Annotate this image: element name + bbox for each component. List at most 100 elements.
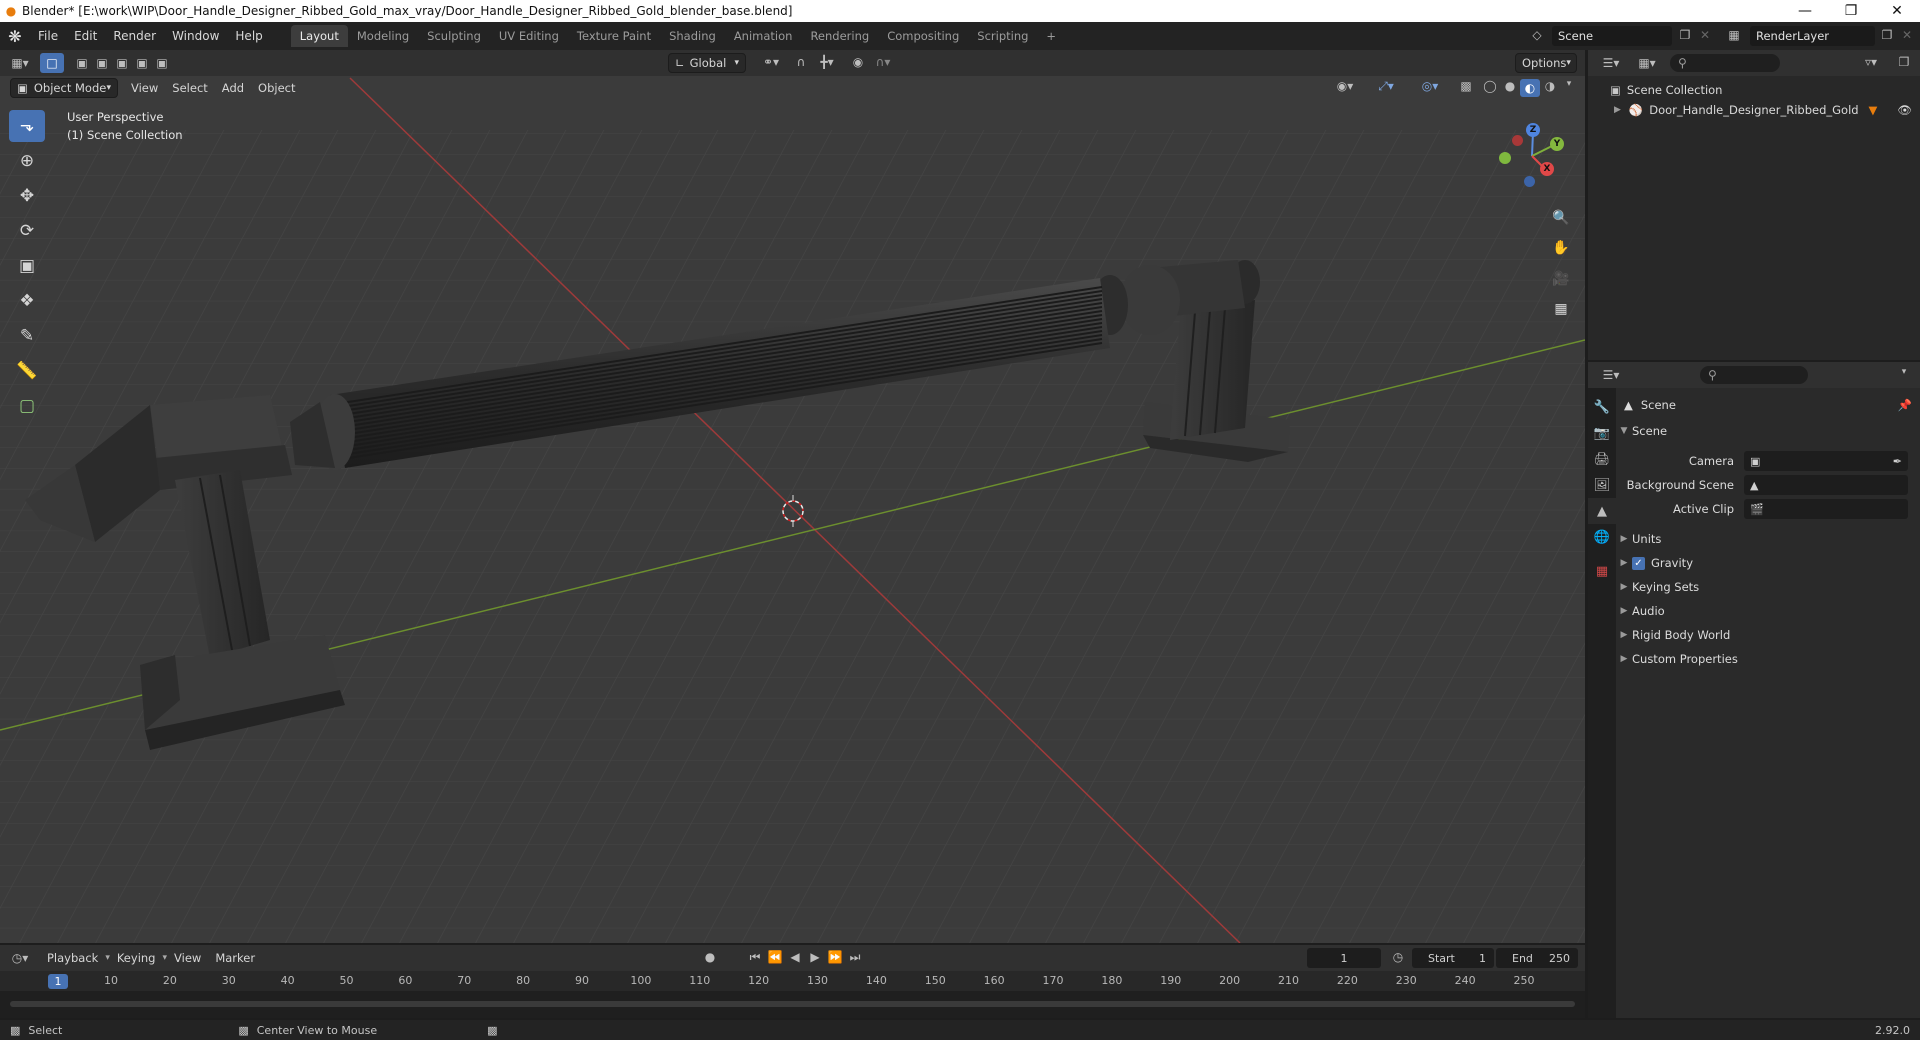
- menu-help[interactable]: Help: [227, 25, 270, 47]
- select-mode-new-icon[interactable]: ▣: [72, 56, 92, 70]
- current-frame-field[interactable]: 1: [1307, 948, 1381, 968]
- select-box-tool-icon[interactable]: ⬎: [9, 110, 45, 142]
- tab-animation[interactable]: Animation: [725, 25, 802, 47]
- outliner-search-input[interactable]: ⚲: [1670, 54, 1780, 72]
- next-keyframe-icon[interactable]: ⏩: [826, 950, 844, 964]
- units-section[interactable]: ▶ Units: [1616, 527, 1920, 551]
- shading-options-icon[interactable]: ▾: [1560, 79, 1578, 89]
- gizmo-neg-x[interactable]: [1512, 135, 1523, 146]
- select-mode-subtract-icon[interactable]: ▣: [112, 56, 132, 70]
- world-tab-icon[interactable]: 🌐: [1588, 524, 1616, 550]
- view-layer-tab-icon[interactable]: 🖼: [1588, 472, 1616, 498]
- outliner-item[interactable]: ▶ ⚾ Door_Handle_Designer_Ribbed_Gold ▼ 👁: [1588, 100, 1920, 120]
- playhead-frame[interactable]: 1: [48, 974, 68, 989]
- gizmo-x-axis[interactable]: X: [1540, 162, 1554, 176]
- tab-modeling[interactable]: Modeling: [348, 25, 418, 47]
- rotate-tool-icon[interactable]: ⟳: [9, 215, 45, 247]
- camera-field[interactable]: ▣ ✒: [1744, 451, 1908, 471]
- menu-file[interactable]: File: [30, 25, 66, 47]
- filter-icon[interactable]: ▿▾: [1856, 55, 1886, 69]
- tab-texture-paint[interactable]: Texture Paint: [568, 25, 660, 47]
- properties-editor-type-icon[interactable]: ☰▾: [1596, 368, 1626, 382]
- pivot-point-icon[interactable]: ⚭▾: [756, 55, 786, 69]
- record-icon[interactable]: ●: [700, 950, 720, 964]
- timeline-scrollbar[interactable]: [10, 1001, 1575, 1007]
- solid-shading-icon[interactable]: ●: [1500, 79, 1520, 93]
- scene-panel-header[interactable]: ▼ Scene: [1616, 419, 1920, 443]
- render-tab-icon[interactable]: 📷: [1588, 420, 1616, 446]
- timeline-menu-keying[interactable]: Keying: [110, 951, 163, 965]
- viewport-menu-select[interactable]: Select: [165, 81, 214, 95]
- cursor-tool-icon[interactable]: ⊕: [9, 145, 45, 177]
- snap-target-icon[interactable]: ╋▾: [812, 55, 842, 69]
- viewport-menu-add[interactable]: Add: [215, 81, 251, 95]
- jump-end-icon[interactable]: ⏭: [846, 950, 864, 965]
- keying-sets-section[interactable]: ▶ Keying Sets: [1616, 575, 1920, 599]
- new-layer-icon[interactable]: ❐: [1878, 28, 1896, 42]
- xray-toggle-icon[interactable]: ▩: [1456, 79, 1476, 93]
- maximize-button[interactable]: ❐: [1828, 3, 1874, 19]
- menu-window[interactable]: Window: [164, 25, 227, 47]
- tab-compositing[interactable]: Compositing: [878, 25, 968, 47]
- gravity-section[interactable]: ▶ ✓ Gravity: [1616, 551, 1920, 575]
- gizmo-y-axis[interactable]: Y: [1550, 137, 1564, 151]
- select-mode-extend-icon[interactable]: ▣: [92, 56, 112, 70]
- add-cube-tool-icon[interactable]: ▢: [9, 390, 45, 422]
- transform-orientation-dropdown[interactable]: ∟ Global ▾: [668, 53, 746, 73]
- output-tab-icon[interactable]: 🖨: [1588, 446, 1616, 472]
- overlay-toggle-icon[interactable]: ◎▾: [1412, 79, 1448, 93]
- options-dropdown[interactable]: Options ▾: [1515, 53, 1577, 73]
- rendered-shading-icon[interactable]: ◑: [1540, 79, 1560, 93]
- outliner-editor-type-icon[interactable]: ☰▾: [1596, 56, 1626, 70]
- tab-shading[interactable]: Shading: [660, 25, 725, 47]
- menu-edit[interactable]: Edit: [66, 25, 105, 47]
- select-box-mode-icon[interactable]: □: [40, 53, 64, 73]
- gizmo-z-axis[interactable]: Z: [1526, 123, 1540, 137]
- pin-icon[interactable]: 📌: [1898, 398, 1912, 412]
- snap-toggle-icon[interactable]: ∩: [790, 55, 812, 69]
- expand-arrow-icon[interactable]: ▶: [1614, 105, 1621, 115]
- display-mode-icon[interactable]: ▦▾: [1632, 56, 1662, 70]
- background-scene-field[interactable]: ▲: [1744, 475, 1908, 495]
- scene-icon[interactable]: ◇: [1525, 28, 1549, 42]
- timeline-ruler[interactable]: 1 10 20 30 40 50 60 70 80 90 100 110 120 130 140 150 160…: [0, 971, 1585, 991]
- 3d-viewport[interactable]: ▦▾ □ ▣ ▣ ▣ ▣ ▣ ∟ Global ▾ ⚭▾ ∩ ╋▾ ◉ ∩▾ O…: [0, 50, 1585, 943]
- custom-properties-section[interactable]: ▶ Custom Properties: [1616, 647, 1920, 671]
- transform-tool-icon[interactable]: ❖: [9, 285, 45, 317]
- audio-section[interactable]: ▶ Audio: [1616, 599, 1920, 623]
- delete-layer-icon[interactable]: ✕: [1898, 28, 1916, 42]
- wireframe-shading-icon[interactable]: ◯: [1480, 79, 1500, 93]
- visibility-icon[interactable]: ◉▾: [1330, 79, 1360, 93]
- visibility-eye-icon[interactable]: 👁: [1897, 103, 1912, 117]
- move-tool-icon[interactable]: ✥: [9, 180, 45, 212]
- tool-tab-icon[interactable]: 🔧: [1588, 394, 1616, 420]
- timeline-menu-marker[interactable]: Marker: [208, 951, 262, 965]
- clock-icon[interactable]: ◷: [1388, 950, 1408, 964]
- rigid-body-world-section[interactable]: ▶ Rigid Body World: [1616, 623, 1920, 647]
- render-layer-icon[interactable]: ▦: [1722, 28, 1746, 42]
- scale-tool-icon[interactable]: ▣: [9, 250, 45, 282]
- gizmo-neg-z[interactable]: [1524, 176, 1535, 187]
- timeline-menu-view[interactable]: View: [167, 951, 208, 965]
- tab-uv-editing[interactable]: UV Editing: [490, 25, 568, 47]
- gizmo-toggle-icon[interactable]: ⤢▾: [1368, 79, 1404, 94]
- outliner-scene-collection[interactable]: ▣ Scene Collection: [1588, 80, 1920, 100]
- properties-options-icon[interactable]: ▾: [1896, 367, 1912, 377]
- active-clip-field[interactable]: 🎬: [1744, 499, 1908, 519]
- editor-type-icon[interactable]: ▦▾: [0, 56, 40, 70]
- ortho-toggle-icon[interactable]: ▦: [1548, 296, 1574, 322]
- select-mode-intersect-icon[interactable]: ▣: [152, 56, 172, 70]
- gizmo-neg-y[interactable]: [1499, 152, 1511, 164]
- scene-selector[interactable]: Scene: [1552, 26, 1672, 46]
- tab-sculpting[interactable]: Sculpting: [418, 25, 490, 47]
- viewport-menu-view[interactable]: View: [124, 81, 165, 95]
- start-frame-field[interactable]: Start 1: [1412, 948, 1494, 968]
- gravity-checkbox[interactable]: ✓: [1632, 556, 1645, 570]
- menu-render[interactable]: Render: [105, 25, 164, 47]
- new-collection-icon[interactable]: ❐: [1894, 55, 1914, 69]
- render-layer-selector[interactable]: RenderLayer: [1750, 26, 1875, 46]
- material-shading-icon[interactable]: ◐: [1520, 79, 1540, 97]
- timeline-track[interactable]: [0, 991, 1585, 1018]
- tab-layout[interactable]: Layout: [290, 25, 348, 47]
- tab-scripting[interactable]: Scripting: [968, 25, 1037, 47]
